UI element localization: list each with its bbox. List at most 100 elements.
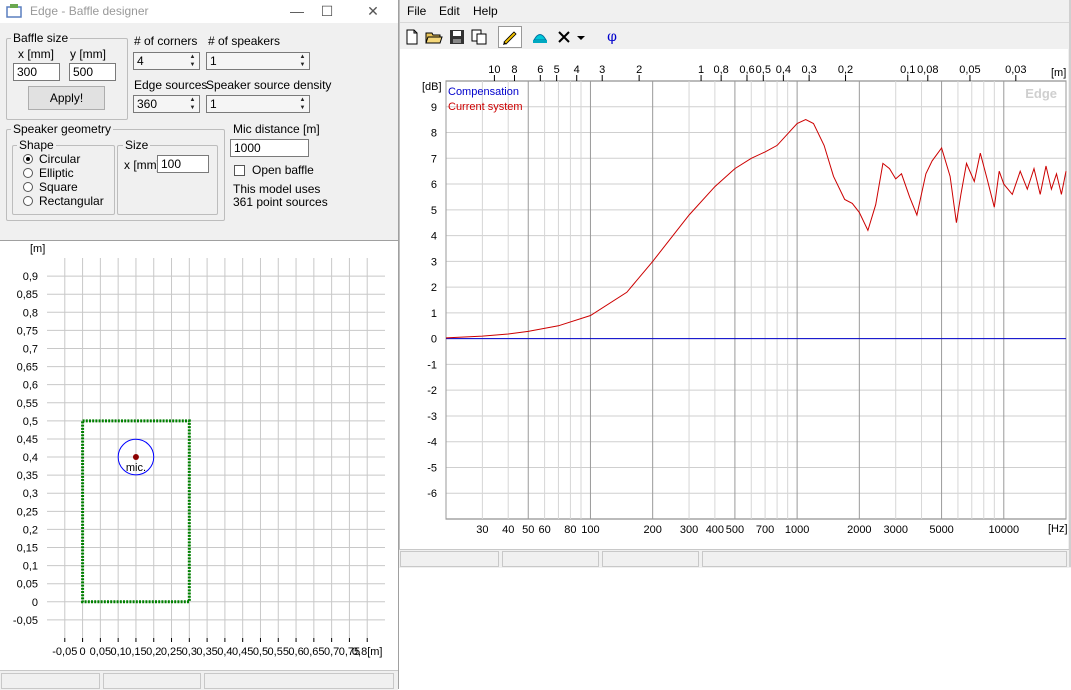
fr-y-tick-label: 2 — [431, 282, 437, 294]
copy-icon[interactable] — [469, 27, 489, 47]
open-baffle-checkbox[interactable] — [234, 165, 245, 176]
apply-button[interactable]: Apply! — [28, 86, 105, 110]
baffle-y-label: y [mm] — [70, 47, 106, 61]
pencil-tool-button[interactable] — [498, 26, 522, 48]
baffle-y-tick-label: 0,85 — [17, 289, 38, 301]
menu-file[interactable]: File — [407, 4, 426, 18]
size-label: Size — [123, 138, 151, 152]
spin-down-icon[interactable]: ▼ — [297, 61, 308, 69]
fr-x-tick-label: 3000 — [883, 524, 907, 536]
fr-y-tick-label: -1 — [427, 359, 437, 371]
spin-up-icon[interactable]: ▲ — [187, 53, 198, 61]
clear-icon[interactable] — [554, 27, 574, 47]
baffle-y-tick-label: 0,3 — [23, 488, 38, 500]
baffle-y-tick-label: 0 — [32, 597, 38, 609]
baffle-x-tick-label: 0,1 — [111, 646, 126, 658]
baffle-y-tick-label: 0,2 — [23, 524, 38, 536]
fr-y-tick-label: -2 — [427, 385, 437, 397]
spin-down-icon[interactable]: ▼ — [297, 104, 308, 112]
baffle-plot-panel[interactable]: [m] 0,9 0,85 0,8 0,75 0,7 0,65 0,6 0,55 0,5 0,45 0… — [0, 240, 398, 671]
status-cell — [602, 551, 699, 567]
fr-x-tick-label: 500 — [726, 524, 744, 536]
phase-icon[interactable]: φ — [602, 27, 622, 47]
radio-square[interactable] — [23, 182, 33, 192]
baffle-y-input[interactable]: 500 — [69, 63, 116, 81]
baffle-y-tick-label: 0,6 — [23, 380, 38, 392]
fr-x-tick-label: 50 — [522, 524, 534, 536]
fr-x-tick-label: 40 — [502, 524, 514, 536]
fr-top-tick-label: 4 — [574, 64, 580, 76]
speaker-icon[interactable] — [530, 27, 550, 47]
open-baffle-label: Open baffle — [252, 163, 314, 177]
speakers-label: # of speakers — [208, 34, 281, 48]
speakers-spinner[interactable]: 1 ▲ ▼ — [206, 52, 310, 70]
spin-up-icon[interactable]: ▲ — [297, 53, 308, 61]
baffle-y-tick-label: 0,25 — [17, 506, 38, 518]
spin-up-icon[interactable]: ▲ — [297, 96, 308, 104]
close-button[interactable]: ✕ — [358, 2, 388, 20]
fr-top-tick-label: 0,4 — [776, 64, 791, 76]
save-icon[interactable] — [447, 27, 467, 47]
size-x-input[interactable]: 100 — [157, 155, 209, 173]
baffle-x-tick-label: 0,15 — [125, 646, 146, 658]
baffle-designer-window: Edge - Baffle designer — ☐ ✕ Baffle size… — [0, 0, 399, 690]
baffle-x-tick-label: -0,05 — [52, 646, 77, 658]
mic-distance-label: Mic distance [m] — [233, 122, 320, 136]
spin-down-icon[interactable]: ▼ — [187, 61, 198, 69]
corners-label: # of corners — [134, 34, 198, 48]
spin-down-icon[interactable]: ▼ — [187, 104, 198, 112]
fr-top-tick-label: 2 — [636, 64, 642, 76]
radio-elliptic[interactable] — [23, 168, 33, 178]
menu-separator — [400, 22, 1071, 23]
fr-y-tick-label: 1 — [431, 308, 437, 320]
frequency-response-plot[interactable]: 9 8 7 6 5 4 3 2 1 0 -1 -2 -3 -4 -5 -6 30 40 50 60 80 100 200 3… — [400, 49, 1068, 549]
maximize-button[interactable]: ☐ — [312, 2, 342, 20]
radio-circular[interactable] — [23, 154, 33, 164]
title-bar[interactable]: Edge - Baffle designer — ☐ ✕ — [0, 0, 398, 23]
legend-compensation: Compensation — [448, 86, 519, 98]
menu-help[interactable]: Help — [473, 4, 498, 18]
fr-x-tick-label: 400 — [706, 524, 724, 536]
baffle-x-tick-label: 0,6 — [288, 646, 303, 658]
mic-marker — [132, 454, 139, 461]
radio-rectangular[interactable] — [23, 196, 33, 206]
open-folder-icon[interactable] — [424, 27, 444, 47]
fr-x-tick-label: 30 — [476, 524, 488, 536]
fr-x-tick-label: 1000 — [785, 524, 809, 536]
menu-edit[interactable]: Edit — [439, 4, 460, 18]
corners-spinner[interactable]: 4 ▲ ▼ — [133, 52, 200, 70]
baffle-x-tick-label: 0,8[m] — [352, 646, 383, 658]
dropdown-arrow-icon[interactable] — [574, 27, 588, 47]
baffle-y-ticks: 0,9 0,85 0,8 0,75 0,7 0,65 0,6 0,55 0,5 0,45 0,4 0,… — [13, 271, 38, 627]
fr-top-tick-label: 0,5 — [756, 64, 771, 76]
model-info-line-2: 361 point sources — [233, 195, 328, 209]
left-status-bar — [0, 670, 398, 690]
fr-y-tick-label: 4 — [431, 231, 437, 243]
baffle-grid — [47, 258, 385, 638]
baffle-y-tick-label: 0,55 — [17, 398, 38, 410]
speaker-density-spinner[interactable]: 1 ▲ ▼ — [206, 95, 310, 113]
edge-sources-spinner[interactable]: 360 ▲ ▼ — [133, 95, 200, 113]
mic-label: mic. — [126, 462, 146, 474]
baffle-x-tick-label: 0,65 — [303, 646, 324, 658]
baffle-y-tick-label: 0,75 — [17, 325, 38, 337]
mic-distance-input[interactable]: 1000 — [230, 139, 309, 157]
fr-top-tick-label: 8 — [511, 64, 517, 76]
fr-top-tick-label: 0,1 — [900, 64, 915, 76]
speaker-density-label: Speaker source density — [206, 78, 332, 92]
baffle-y-tick-label: 0,45 — [17, 434, 38, 446]
new-file-icon[interactable] — [402, 27, 422, 47]
x-axis-label: [Hz] — [1048, 523, 1068, 535]
spin-up-icon[interactable]: ▲ — [187, 96, 198, 104]
top-axis-label: [m] — [1051, 67, 1066, 79]
fr-top-tick-label: 0,3 — [801, 64, 816, 76]
baffle-x-input[interactable]: 300 — [13, 63, 60, 81]
fr-y-tick-label: 9 — [431, 102, 437, 114]
minimize-button[interactable]: — — [282, 2, 312, 20]
shape-option-circular: Circular — [39, 152, 81, 166]
speaker-density-value: 1 — [210, 97, 217, 111]
fr-x-tick-label: 200 — [643, 524, 661, 536]
window-title: Edge - Baffle designer — [30, 4, 149, 18]
fr-top-tick-label: 10 — [488, 64, 500, 76]
fr-y-tick-label: -5 — [427, 462, 437, 474]
